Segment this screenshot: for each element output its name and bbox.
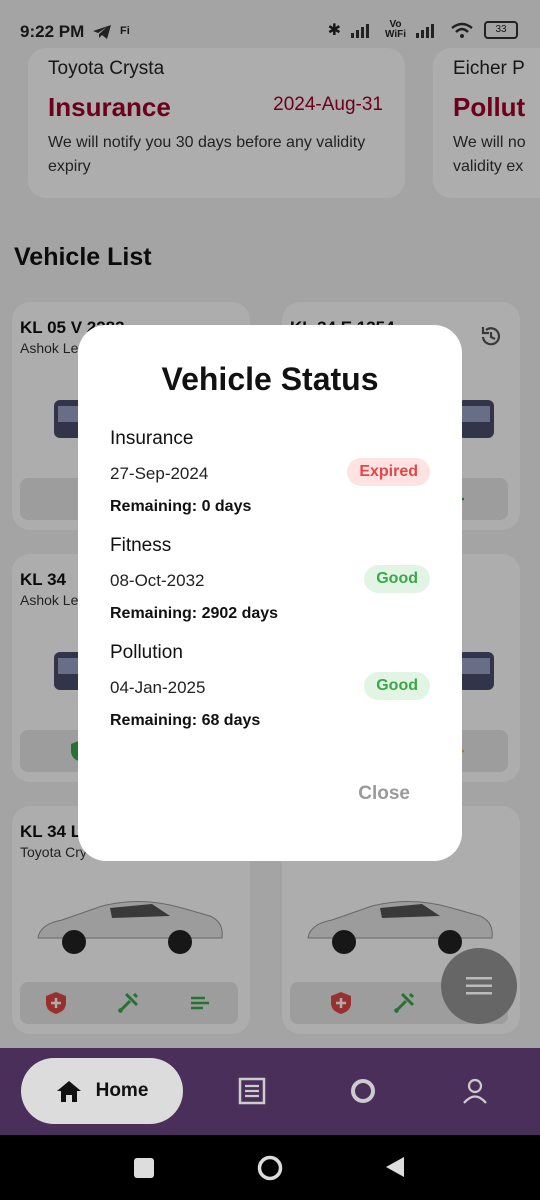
status-label: Fitness [110, 535, 172, 556]
status-badge: Good [364, 672, 430, 700]
nav-home[interactable]: Home [21, 1058, 183, 1124]
system-nav-bar [0, 1135, 540, 1200]
dialog-title: Vehicle Status [161, 361, 379, 397]
status-remaining: Remaining: 0 days [110, 498, 252, 515]
menu-icon [466, 977, 492, 995]
status-badge: Expired [347, 458, 430, 486]
home-circle-icon[interactable] [257, 1155, 283, 1181]
back-icon[interactable] [384, 1155, 406, 1179]
close-button[interactable]: Close [358, 783, 410, 805]
profile-icon[interactable] [460, 1076, 490, 1106]
status-badge: Good [364, 565, 430, 593]
status-insurance: Insurance 27-Sep-2024 Expired Remaining:… [110, 428, 430, 516]
status-remaining: Remaining: 2902 days [110, 605, 279, 622]
status-remaining: Remaining: 68 days [110, 712, 261, 729]
menu-fab[interactable] [441, 948, 517, 1024]
home-icon [56, 1081, 81, 1102]
status-fitness: Fitness 08-Oct-2032 Good Remaining: 2902… [110, 535, 430, 623]
status-label: Pollution [110, 642, 183, 663]
list-icon[interactable] [237, 1076, 267, 1106]
recents-icon[interactable] [133, 1157, 155, 1179]
bottom-nav: Home [0, 1048, 540, 1135]
circle-icon[interactable] [348, 1076, 378, 1106]
nav-home-label: Home [95, 1080, 149, 1101]
vehicle-status-dialog: Vehicle Status Insurance 27-Sep-2024 Exp… [78, 325, 462, 861]
status-label: Insurance [110, 428, 194, 449]
status-pollution: Pollution 04-Jan-2025 Good Remaining: 68… [110, 642, 430, 730]
